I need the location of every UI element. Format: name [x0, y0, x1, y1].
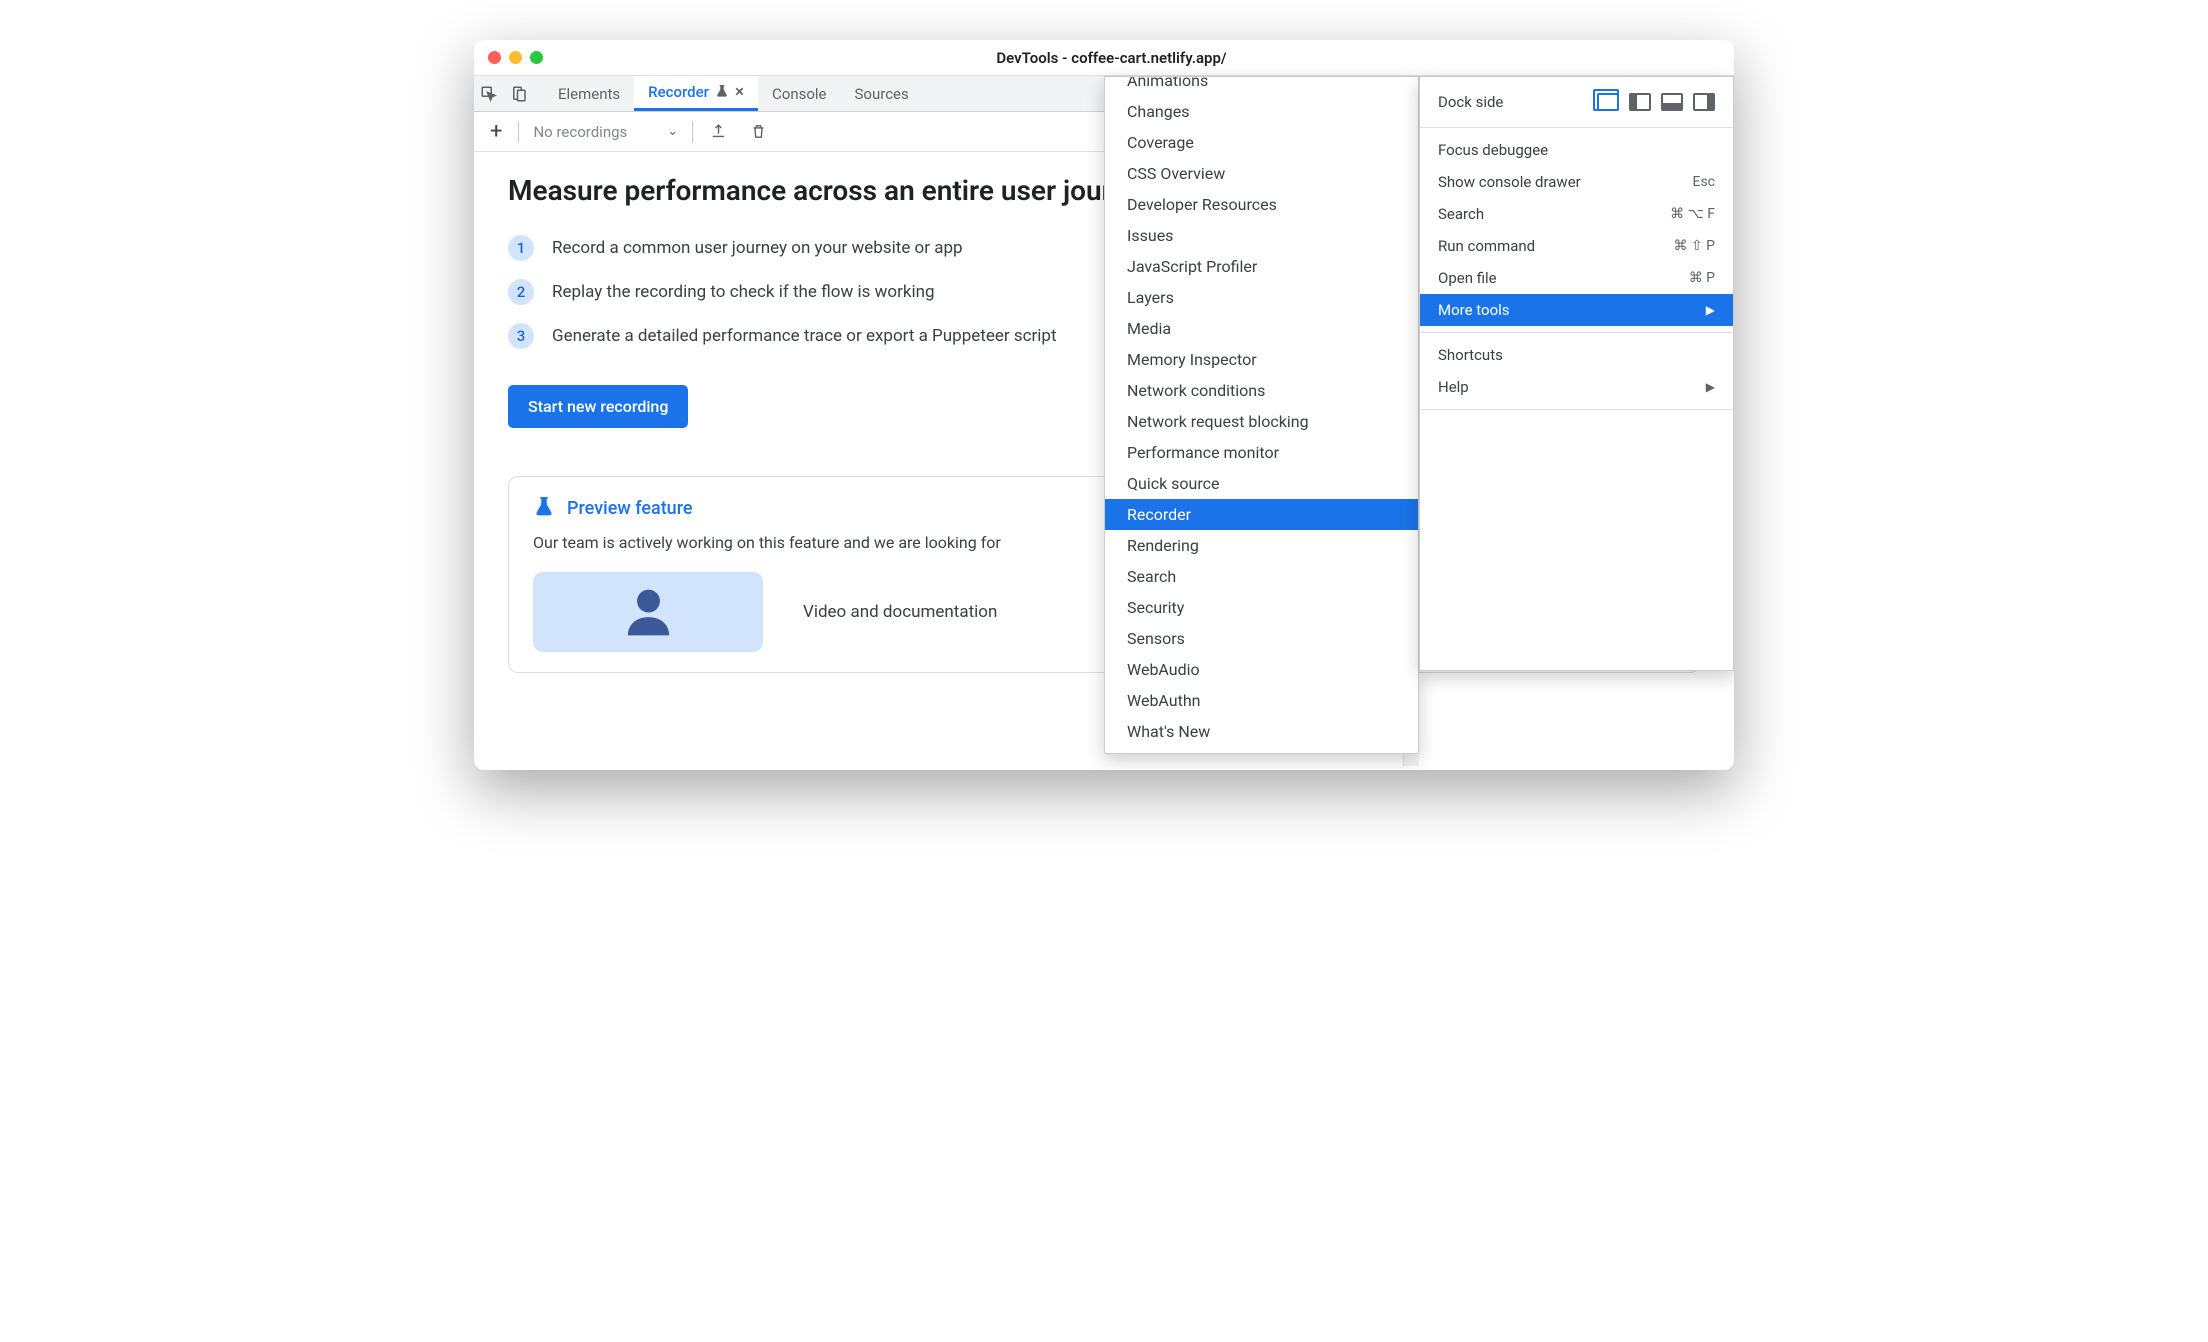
more-tools-item[interactable]: Performance monitor [1105, 437, 1418, 468]
export-icon[interactable] [703, 117, 733, 147]
delete-icon[interactable] [743, 117, 773, 147]
more-tools-submenu: AnimationsChangesCoverageCSS OverviewDev… [1104, 76, 1419, 754]
add-recording-icon[interactable]: + [484, 119, 508, 144]
divider [518, 121, 519, 143]
inspect-element-icon[interactable] [474, 79, 504, 109]
more-tools-item[interactable]: Network conditions [1105, 375, 1418, 406]
close-window-button[interactable] [488, 51, 501, 64]
more-tools-item[interactable]: Quick source [1105, 468, 1418, 499]
more-tools-item[interactable]: JavaScript Profiler [1105, 251, 1418, 282]
submenu-arrow-icon: ▶ [1706, 380, 1715, 394]
recordings-select[interactable]: No recordings ⌄ [529, 123, 682, 141]
tab-recorder[interactable]: Recorder × [634, 76, 758, 111]
chevron-down-icon: ⌄ [667, 124, 678, 139]
maximize-window-button[interactable] [530, 51, 543, 64]
menu-focus-debuggee[interactable]: Focus debuggee [1420, 134, 1733, 166]
start-recording-button[interactable]: Start new recording [508, 385, 688, 428]
main-menu: Dock side Focus debuggee Show console dr… [1419, 76, 1734, 671]
video-label: Video and documentation [803, 602, 997, 622]
menu-show-console-drawer[interactable]: Show console drawerEsc [1420, 166, 1733, 198]
window-title: DevTools - coffee-cart.netlify.app/ [543, 49, 1680, 67]
menu-section-actions: Focus debuggee Show console drawerEsc Se… [1420, 128, 1733, 333]
dock-bottom-icon[interactable] [1661, 93, 1683, 111]
tab-console[interactable]: Console [758, 76, 841, 111]
more-tools-item[interactable]: Search [1105, 561, 1418, 592]
menu-shortcuts[interactable]: Shortcuts [1420, 339, 1733, 371]
more-tools-item[interactable]: Recorder [1105, 499, 1418, 530]
more-tools-item[interactable]: CSS Overview [1105, 158, 1418, 189]
window-controls [488, 51, 543, 64]
more-tools-item[interactable]: WebAudio [1105, 654, 1418, 685]
person-silhouette-icon [621, 585, 676, 640]
menu-search[interactable]: Search⌘ ⌥ F [1420, 198, 1733, 230]
menu-section-help: Shortcuts Help▶ [1420, 333, 1733, 410]
tab-elements[interactable]: Elements [544, 76, 634, 111]
more-tools-item[interactable]: Animations [1105, 76, 1418, 96]
dock-side-row: Dock side [1420, 83, 1733, 121]
minimize-window-button[interactable] [509, 51, 522, 64]
more-tools-item[interactable]: Developer Resources [1105, 189, 1418, 220]
more-tools-item[interactable]: Coverage [1105, 127, 1418, 158]
menu-more-tools[interactable]: More tools▶ [1420, 294, 1733, 326]
more-tools-item[interactable]: Sensors [1105, 623, 1418, 654]
device-toolbar-icon[interactable] [504, 79, 534, 109]
step-number: 2 [508, 279, 534, 305]
divider [692, 121, 693, 143]
more-tools-item[interactable]: Changes [1105, 96, 1418, 127]
more-tools-item[interactable]: Layers [1105, 282, 1418, 313]
panel-tabs: Elements Recorder × Console Sources [544, 76, 923, 111]
menu-open-file[interactable]: Open file⌘ P [1420, 262, 1733, 294]
more-tools-item[interactable]: Rendering [1105, 530, 1418, 561]
menu-blank-area [1420, 410, 1733, 670]
titlebar: DevTools - coffee-cart.netlify.app/ [474, 40, 1734, 76]
dock-left-icon[interactable] [1629, 93, 1651, 111]
step-number: 1 [508, 235, 534, 261]
more-tools-item[interactable]: What's New [1105, 716, 1418, 747]
step-number: 3 [508, 323, 534, 349]
more-tools-item[interactable]: Memory Inspector [1105, 344, 1418, 375]
more-tools-item[interactable]: Security [1105, 592, 1418, 623]
dock-undock-icon[interactable] [1597, 93, 1619, 111]
submenu-arrow-icon: ▶ [1706, 303, 1715, 317]
more-tools-item[interactable]: Network request blocking [1105, 406, 1418, 437]
tab-sources[interactable]: Sources [841, 76, 923, 111]
more-tools-item[interactable]: Media [1105, 313, 1418, 344]
dock-right-icon[interactable] [1693, 93, 1715, 111]
flask-icon [533, 497, 555, 519]
menu-run-command[interactable]: Run command⌘ ⇧ P [1420, 230, 1733, 262]
devtools-window: DevTools - coffee-cart.netlify.app/ Elem… [474, 40, 1734, 770]
preview-title: Preview feature [567, 498, 693, 519]
flask-icon [715, 85, 729, 99]
menu-help[interactable]: Help▶ [1420, 371, 1733, 403]
more-tools-item[interactable]: WebAuthn [1105, 685, 1418, 716]
more-tools-item[interactable]: Issues [1105, 220, 1418, 251]
close-tab-icon[interactable]: × [735, 82, 744, 102]
video-thumbnail[interactable] [533, 572, 763, 652]
